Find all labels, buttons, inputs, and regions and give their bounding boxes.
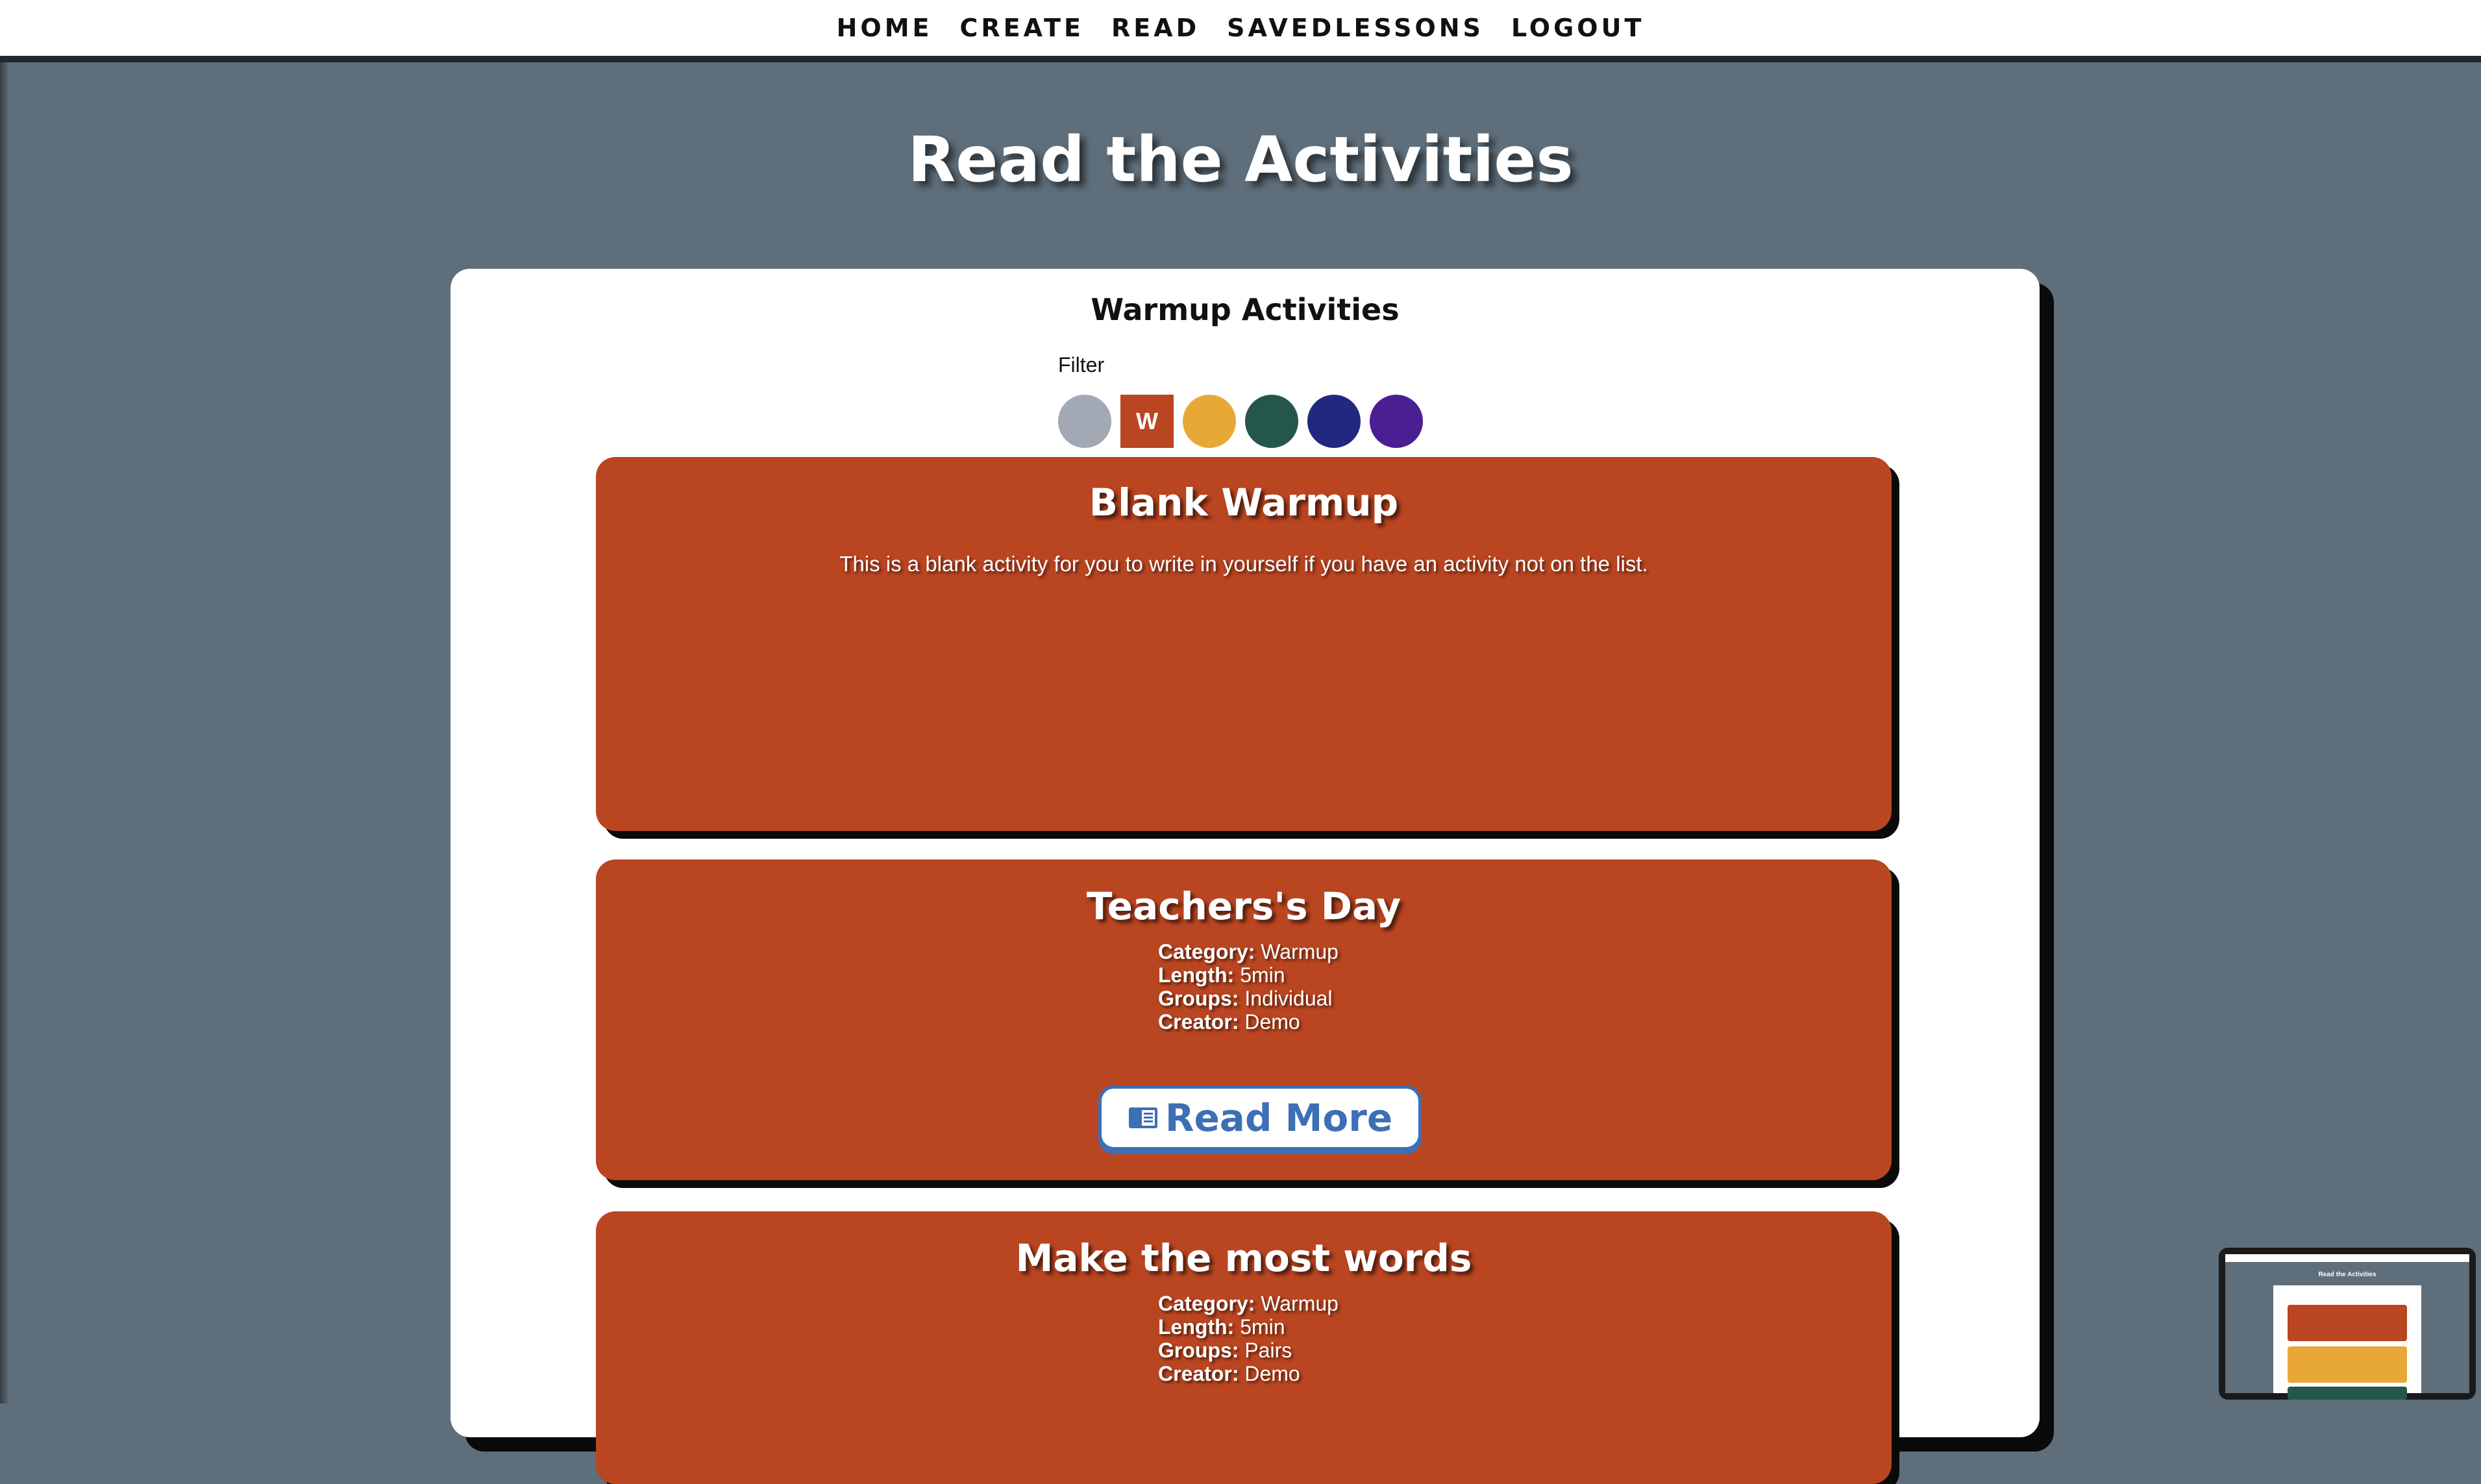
filter-all-button[interactable] [1058,395,1111,448]
nav-home-link[interactable]: HOME [837,14,933,42]
meta-category-label: Category: [1158,940,1255,963]
activity-title: Teachers's Day [1086,884,1401,928]
meta-length: Length: 5min [1158,963,1339,987]
meta-category-label: Category: [1158,1292,1255,1315]
meta-category-value: Warmup [1261,940,1339,963]
activity-title: Blank Warmup [1089,480,1399,525]
nav-logout-link[interactable]: LOGOUT [1511,14,1644,42]
book-icon [1128,1107,1157,1128]
meta-creator-label: Creator: [1158,1362,1239,1385]
filter-green-button[interactable] [1245,395,1298,448]
activity-meta: Category: Warmup Length: 5min Groups: Pa… [1158,1292,1339,1385]
filter-warmup-button[interactable]: W [1120,395,1174,448]
top-navigation: HOME CREATE READ SAVEDLESSONS LOGOUT [0,0,2481,62]
meta-groups-value: Pairs [1244,1339,1292,1362]
activity-card-make-most-words: Make the most words Category: Warmup Len… [596,1211,1892,1484]
meta-length-value: 5min [1240,963,1285,987]
meta-groups-label: Groups: [1158,1339,1239,1362]
section-title: Warmup Activities [1091,292,1400,327]
activities-panel: Warmup Activities Filter W Blank Warmup … [451,269,2040,1484]
left-edge-shadow [0,62,9,1404]
meta-length: Length: 5min [1158,1315,1339,1339]
nav-savedlessons-link[interactable]: SAVEDLESSONS [1227,14,1484,42]
minimap-card [2288,1346,2407,1383]
minimap-title: Read the Activities [2318,1271,2376,1278]
activity-meta: Category: Warmup Length: 5min Groups: In… [1158,940,1339,1033]
meta-length-value: 5min [1240,1315,1285,1339]
page-title: Read the Activities [907,123,1574,196]
filter-yellow-button[interactable] [1183,395,1236,448]
filter-blue-button[interactable] [1307,395,1361,448]
meta-creator-label: Creator: [1158,1010,1239,1033]
meta-length-label: Length: [1158,963,1235,987]
minimap-screen: Read the Activities [2225,1254,2469,1400]
minimap-panel [2273,1285,2421,1400]
activity-title: Make the most words [1015,1236,1472,1280]
filter-label: Filter [1058,353,1105,377]
minimap-card [2288,1305,2407,1341]
read-more-label: Read More [1165,1096,1393,1140]
meta-groups-value: Individual [1244,987,1333,1010]
meta-creator: Creator: Demo [1158,1010,1339,1033]
filter-purple-button[interactable] [1370,395,1423,448]
meta-category: Category: Warmup [1158,940,1339,963]
activity-card-teachers-day: Teachers's Day Category: Warmup Length: … [596,859,1892,1180]
nav-create-link[interactable]: CREATE [960,14,1084,42]
meta-creator-value: Demo [1244,1010,1300,1033]
meta-length-label: Length: [1158,1315,1235,1339]
activity-card-blank-warmup: Blank Warmup This is a blank activity fo… [596,457,1892,831]
meta-groups: Groups: Individual [1158,987,1339,1010]
meta-creator-value: Demo [1244,1362,1300,1385]
activity-description: This is a blank activity for you to writ… [839,552,1648,576]
meta-groups: Groups: Pairs [1158,1339,1339,1362]
meta-groups-label: Groups: [1158,987,1239,1010]
nav-read-link[interactable]: READ [1111,14,1200,42]
meta-category: Category: Warmup [1158,1292,1339,1315]
page-minimap[interactable]: Read the Activities [2219,1248,2476,1400]
meta-category-value: Warmup [1261,1292,1339,1315]
minimap-card [2288,1387,2407,1400]
minimap-nav [2225,1254,2469,1262]
read-more-button[interactable]: Read More [1098,1085,1422,1150]
meta-creator: Creator: Demo [1158,1362,1339,1385]
